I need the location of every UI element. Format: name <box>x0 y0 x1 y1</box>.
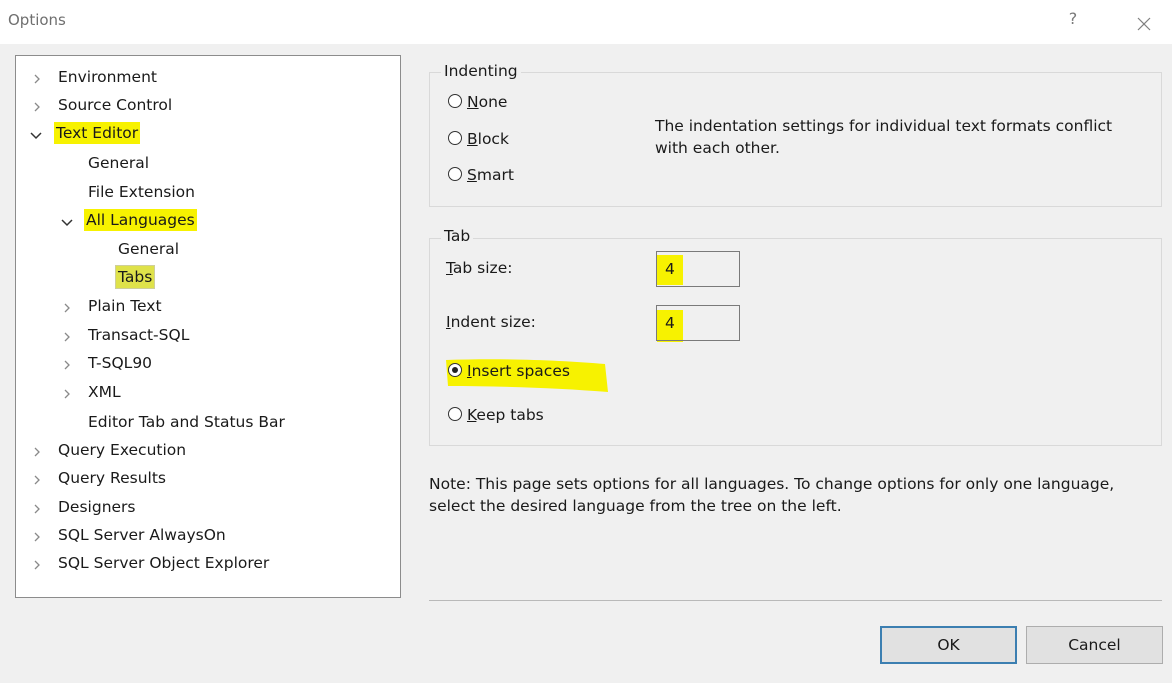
tree-item-label: T-SQL90 <box>88 354 153 372</box>
tree-item-label: Editor Tab and Status Bar <box>88 413 285 431</box>
mnemonic: B <box>467 130 478 148</box>
cancel-button[interactable]: Cancel <box>1026 626 1163 664</box>
mnemonic: T <box>446 259 453 277</box>
chevron-right-icon[interactable] <box>30 70 44 84</box>
tree-item-xml[interactable]: XML <box>16 381 396 403</box>
tab-size-input[interactable] <box>656 251 740 287</box>
tree-item-label: Plain Text <box>88 297 162 315</box>
tree-item-editor-tab-status-bar[interactable]: Editor Tab and Status Bar <box>16 411 396 433</box>
chevron-right-icon[interactable] <box>30 500 44 514</box>
field-label-rest: ndent size: <box>450 313 536 331</box>
tree-item-label: Query Results <box>58 469 167 487</box>
tree-item-query-results[interactable]: Query Results <box>16 467 396 489</box>
tree-item-label: Transact-SQL <box>88 326 190 344</box>
mnemonic: S <box>467 166 477 184</box>
tree-item-label: Environment <box>58 68 157 86</box>
radio-circle-icon <box>448 363 462 377</box>
tree-item-general[interactable]: General <box>16 238 396 260</box>
radio-label-rest: nsert spaces <box>471 362 570 380</box>
indenting-conflict-note: The indentation settings for individual … <box>655 117 1113 157</box>
chevron-down-icon[interactable] <box>60 213 74 227</box>
tab-size-label: Tab size: <box>446 259 512 277</box>
indent-size-input[interactable] <box>656 305 740 341</box>
tree-item-transact-sql[interactable]: Transact-SQL <box>16 324 396 346</box>
chevron-right-icon[interactable] <box>30 471 44 485</box>
chevron-right-icon[interactable] <box>30 443 44 457</box>
tree-item-label: Designers <box>58 498 136 516</box>
tree-item-label: XML <box>88 383 121 401</box>
tree-item-source-control[interactable]: Source Control <box>16 94 396 116</box>
radio-label-rest: lock <box>477 130 509 148</box>
chevron-right-icon[interactable] <box>60 356 74 370</box>
radio-dot-icon <box>452 367 458 373</box>
chevron-right-icon[interactable] <box>30 98 44 112</box>
tree-item-environment[interactable]: Environment <box>16 66 396 88</box>
mnemonic: N <box>467 93 479 111</box>
tab-legend: Tab <box>441 227 474 245</box>
tree-item-t-sql90[interactable]: T-SQL90 <box>16 352 396 374</box>
chevron-down-icon[interactable] <box>29 126 43 140</box>
window-title: Options <box>8 11 66 29</box>
tree-item-label: All Languages <box>84 209 197 231</box>
chevron-right-icon[interactable] <box>30 528 44 542</box>
radio-label-rest: one <box>478 93 508 111</box>
tree-item-designers[interactable]: Designers <box>16 496 396 518</box>
tree-item-label: Source Control <box>58 96 173 114</box>
tree-item-label: File Extension <box>88 183 195 201</box>
field-label-rest: ab size: <box>452 259 513 277</box>
radio-label-rest: eep tabs <box>476 406 544 424</box>
radio-circle-icon <box>448 94 462 108</box>
tree-item-label: Query Execution <box>58 441 187 459</box>
help-button[interactable]: ? <box>1063 9 1083 33</box>
chevron-right-icon[interactable] <box>30 556 44 570</box>
languages-note: Note: This page sets options for all lan… <box>429 475 1115 515</box>
options-dialog: Options ? Environment Source Control Tex… <box>0 0 1172 683</box>
radio-circle-icon <box>448 407 462 421</box>
tree-item-plain-text[interactable]: Plain Text <box>16 295 396 317</box>
chevron-right-icon[interactable] <box>60 328 74 342</box>
tree-item-label: SQL Server AlwaysOn <box>58 526 226 544</box>
tree-item-general[interactable]: General <box>16 152 396 174</box>
options-tree[interactable]: Environment Source Control Text Editor G… <box>15 55 401 598</box>
indent-size-label: Indent size: <box>446 313 536 331</box>
tree-item-sql-server-alwayson[interactable]: SQL Server AlwaysOn <box>16 524 396 546</box>
tree-item-label: General <box>88 154 150 172</box>
radio-label-rest: mart <box>476 166 514 184</box>
title-bar: Options ? <box>0 0 1172 44</box>
chevron-right-icon[interactable] <box>60 385 74 399</box>
tree-item-all-languages[interactable]: All Languages <box>16 209 396 231</box>
tree-item-text-editor[interactable]: Text Editor <box>16 122 396 144</box>
tree-item-label: Tabs <box>114 265 156 289</box>
ok-button[interactable]: OK <box>880 626 1017 664</box>
tree-item-sql-server-object-explorer[interactable]: SQL Server Object Explorer <box>16 552 396 574</box>
tree-item-query-execution[interactable]: Query Execution <box>16 439 396 461</box>
indenting-legend: Indenting <box>441 62 521 80</box>
chevron-right-icon[interactable] <box>60 299 74 313</box>
radio-circle-icon <box>448 131 462 145</box>
tree-item-file-extension[interactable]: File Extension <box>16 181 396 203</box>
divider <box>429 600 1162 601</box>
tree-item-label: General <box>118 240 180 258</box>
close-icon[interactable] <box>1136 16 1152 32</box>
tree-item-tabs[interactable]: Tabs <box>16 265 396 289</box>
mnemonic: K <box>467 406 477 424</box>
tree-item-label: Text Editor <box>54 122 141 144</box>
radio-circle-icon <box>448 167 462 181</box>
tree-item-label: SQL Server Object Explorer <box>58 554 270 572</box>
